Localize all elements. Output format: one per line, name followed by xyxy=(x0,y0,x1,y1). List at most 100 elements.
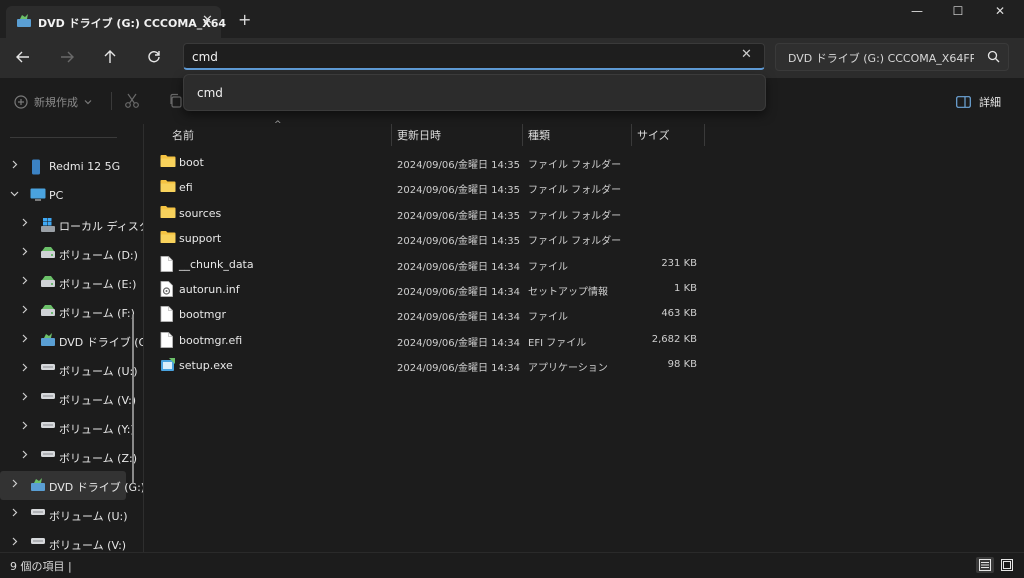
column-divider[interactable] xyxy=(522,124,523,146)
file-date: 2024/09/06/金曜日 14:34 xyxy=(397,337,521,349)
title-bar: DVD ドライブ (G:) CCCOMA_X64 ✕ + — ☐ ✕ xyxy=(0,0,1024,38)
chevron-down-icon xyxy=(84,100,92,105)
refresh-button[interactable] xyxy=(141,46,167,68)
sidebar-item[interactable]: ボリューム (E:) xyxy=(0,268,136,297)
file-row[interactable]: bootmgr.efi 2024/09/06/金曜日 14:34 EFI ファイル 2… xyxy=(144,327,709,352)
column-header-size[interactable]: サイズ xyxy=(637,124,670,146)
file-size: 98 KB xyxy=(667,359,697,371)
search-placeholder: DVD ドライブ (G:) CCCOMA_X64FRE_JA-JP_DV9 xyxy=(788,52,974,65)
column-divider[interactable] xyxy=(631,124,632,146)
chevron-right-icon[interactable] xyxy=(10,537,19,549)
toolbar-divider xyxy=(111,92,112,110)
file-icon xyxy=(160,331,173,351)
close-button[interactable]: ✕ xyxy=(980,4,1020,24)
file-date: 2024/09/06/金曜日 14:35 xyxy=(397,236,521,248)
column-divider[interactable] xyxy=(704,124,705,146)
chevron-right-icon[interactable] xyxy=(20,276,29,288)
sidebar-item[interactable]: ボリューム (D:) xyxy=(0,239,138,268)
plus-circle-icon xyxy=(14,95,28,109)
search-box[interactable]: DVD ドライブ (G:) CCCOMA_X64FRE_JA-JP_DV9 xyxy=(775,43,1009,71)
sidebar-item[interactable]: DVD ドライブ (G xyxy=(0,326,143,355)
tiles-view-button[interactable] xyxy=(998,557,1016,573)
file-row[interactable]: boot 2024/09/06/金曜日 14:35 ファイル フォルダー xyxy=(144,149,709,174)
usb-drive-icon xyxy=(40,420,56,433)
sidebar-item[interactable]: Redmi 12 5G xyxy=(0,152,126,181)
file-row[interactable]: autorun.inf 2024/09/06/金曜日 14:34 セットアップ情報 1… xyxy=(144,276,709,301)
address-suggestion-dropdown: cmd xyxy=(183,74,766,111)
file-row[interactable]: sources 2024/09/06/金曜日 14:35 ファイル フォルダー xyxy=(144,200,709,225)
dvd-icon xyxy=(30,478,46,495)
address-bar[interactable]: ✕ xyxy=(183,43,765,70)
new-tab-button[interactable]: + xyxy=(238,10,251,29)
chevron-down-icon[interactable] xyxy=(10,189,19,201)
usb-drive-icon xyxy=(30,507,46,520)
chevron-right-icon[interactable] xyxy=(20,305,29,317)
sidebar-item[interactable]: ボリューム (V:) xyxy=(0,529,126,552)
copy-button[interactable] xyxy=(168,93,184,112)
clear-icon[interactable]: ✕ xyxy=(741,47,752,62)
sidebar-scrollbar[interactable] xyxy=(132,314,134,484)
search-icon[interactable] xyxy=(987,50,1000,66)
maximize-button[interactable]: ☐ xyxy=(938,4,978,24)
file-row[interactable]: __chunk_data 2024/09/06/金曜日 14:34 ファイル 231 … xyxy=(144,251,709,276)
arrow-right-icon xyxy=(61,51,74,63)
sidebar-item[interactable]: ボリューム (Z:) xyxy=(0,442,137,471)
sidebar-item[interactable]: ボリューム (V:) xyxy=(0,384,136,413)
sidebar-item-label: ボリューム (V:) xyxy=(49,539,127,552)
sidebar-item[interactable]: ボリューム (U:) xyxy=(0,500,128,529)
cut-button[interactable] xyxy=(124,93,140,112)
sort-ascending-icon: ^ xyxy=(274,120,282,130)
file-type: ファイル xyxy=(528,312,568,324)
chevron-right-icon[interactable] xyxy=(10,479,19,491)
column-header-name[interactable]: 名前 xyxy=(172,124,194,146)
address-input[interactable] xyxy=(192,48,732,66)
back-button[interactable] xyxy=(10,46,36,68)
tab-close-icon[interactable]: ✕ xyxy=(202,13,213,28)
details-view-button[interactable] xyxy=(976,557,994,573)
chevron-right-icon[interactable] xyxy=(20,392,29,404)
file-date: 2024/09/06/金曜日 14:34 xyxy=(397,287,521,298)
file-type: ファイル フォルダー xyxy=(528,160,622,171)
chevron-right-icon[interactable] xyxy=(20,334,29,346)
scissors-icon xyxy=(125,93,139,108)
file-date: 2024/09/06/金曜日 14:34 xyxy=(397,312,521,324)
sidebar-item-label: PC xyxy=(49,189,64,202)
sidebar-item[interactable]: ボリューム (F:) xyxy=(0,297,135,326)
usb-drive-icon xyxy=(40,362,56,375)
tiles-view-icon xyxy=(1001,559,1013,571)
setup-exe-icon xyxy=(160,357,176,376)
column-header-type[interactable]: 種類 xyxy=(528,124,550,146)
sidebar-item[interactable]: ボリューム (U:) xyxy=(0,355,138,384)
sidebar-item[interactable]: PC xyxy=(0,181,126,210)
list-view-icon xyxy=(979,559,991,571)
file-row[interactable]: efi 2024/09/06/金曜日 14:35 ファイル フォルダー xyxy=(144,174,709,199)
sidebar-item[interactable]: ローカル ディスク xyxy=(0,210,143,239)
sidebar-item[interactable]: ボリューム (Y:) xyxy=(0,413,135,442)
file-row[interactable]: bootmgr 2024/09/06/金曜日 14:34 ファイル 463 KB xyxy=(144,301,709,326)
details-pane-button[interactable]: 詳細 xyxy=(956,94,1001,110)
suggestion-item[interactable]: cmd xyxy=(197,86,223,100)
sidebar-item[interactable]: DVD ドライブ (G:) xyxy=(0,471,143,500)
column-header-date[interactable]: 更新日時 xyxy=(397,124,441,146)
chevron-right-icon[interactable] xyxy=(10,160,19,172)
drive-icon xyxy=(40,275,56,292)
forward-button[interactable] xyxy=(54,46,80,68)
chevron-right-icon[interactable] xyxy=(20,450,29,462)
column-divider[interactable] xyxy=(391,124,392,146)
new-button[interactable]: 新規作成 xyxy=(14,94,92,110)
sidebar-item-label: ボリューム (Y:) xyxy=(59,423,135,436)
file-list: ^ 名前 更新日時 種類 サイズ boot 2024/09/06/金曜日 14:3… xyxy=(144,120,1024,552)
file-row[interactable]: support 2024/09/06/金曜日 14:35 ファイル フォルダー xyxy=(144,225,709,250)
chevron-right-icon[interactable] xyxy=(20,247,29,259)
file-row[interactable]: setup.exe 2024/09/06/金曜日 14:34 アプリケーション 98 … xyxy=(144,352,709,377)
folder-icon xyxy=(160,179,176,196)
chevron-right-icon[interactable] xyxy=(20,218,29,230)
up-button[interactable] xyxy=(97,46,123,68)
chevron-right-icon[interactable] xyxy=(10,508,19,520)
sidebar-item-label: ボリューム (U:) xyxy=(59,365,138,378)
chevron-right-icon[interactable] xyxy=(20,363,29,375)
minimize-button[interactable]: — xyxy=(897,4,937,24)
file-name: support xyxy=(179,232,222,246)
tab-dvd-drive[interactable]: DVD ドライブ (G:) CCCOMA_X64 ✕ xyxy=(6,6,226,38)
chevron-right-icon[interactable] xyxy=(20,421,29,433)
